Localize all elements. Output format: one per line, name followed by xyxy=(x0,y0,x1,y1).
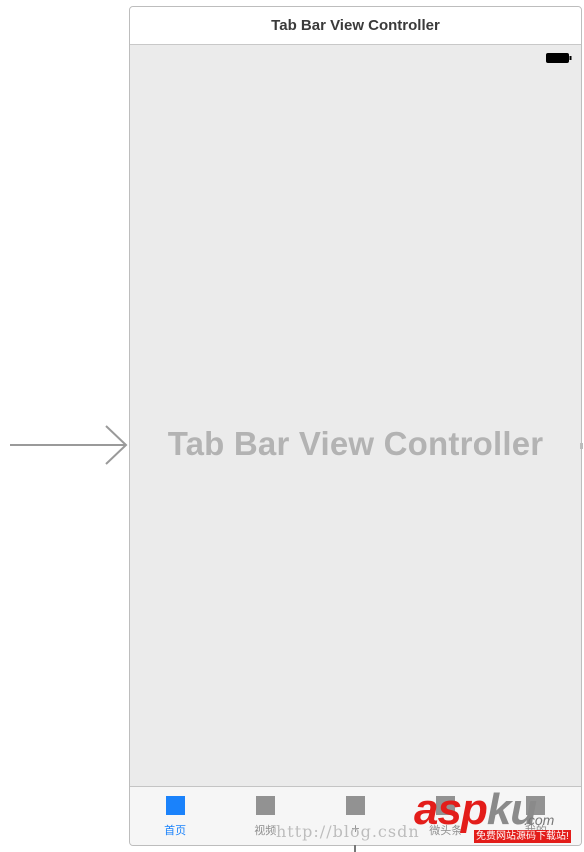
tab-plus-icon xyxy=(346,796,365,815)
tab-bar-view-controller-scene[interactable]: Tab Bar View Controller Tab Bar View Con… xyxy=(129,6,582,846)
segue-connector-tick xyxy=(354,845,356,852)
watermark-logo: aspku .com 免费网站源码下载站! xyxy=(412,788,582,846)
view-placeholder-title: Tab Bar View Controller xyxy=(167,425,544,462)
tab-video-icon xyxy=(255,796,275,815)
segue-connector-tick xyxy=(580,443,583,449)
logo-subtitle: 免费网站源码下载站! xyxy=(474,830,571,843)
logo-tld: .com xyxy=(524,812,555,828)
tab-item-home[interactable]: 首页 xyxy=(130,787,220,845)
logo-red-text: asp xyxy=(414,785,488,834)
tab-label: 视频 xyxy=(254,824,277,837)
watermark-url: http://blog.csdn xyxy=(276,822,420,841)
battery-icon xyxy=(546,53,572,63)
tab-label: 首页 xyxy=(164,824,187,837)
scene-title: Tab Bar View Controller xyxy=(271,17,440,34)
initial-view-controller-arrow xyxy=(10,425,128,465)
tab-home-icon xyxy=(165,796,185,815)
scene-title-bar[interactable]: Tab Bar View Controller xyxy=(130,7,581,45)
